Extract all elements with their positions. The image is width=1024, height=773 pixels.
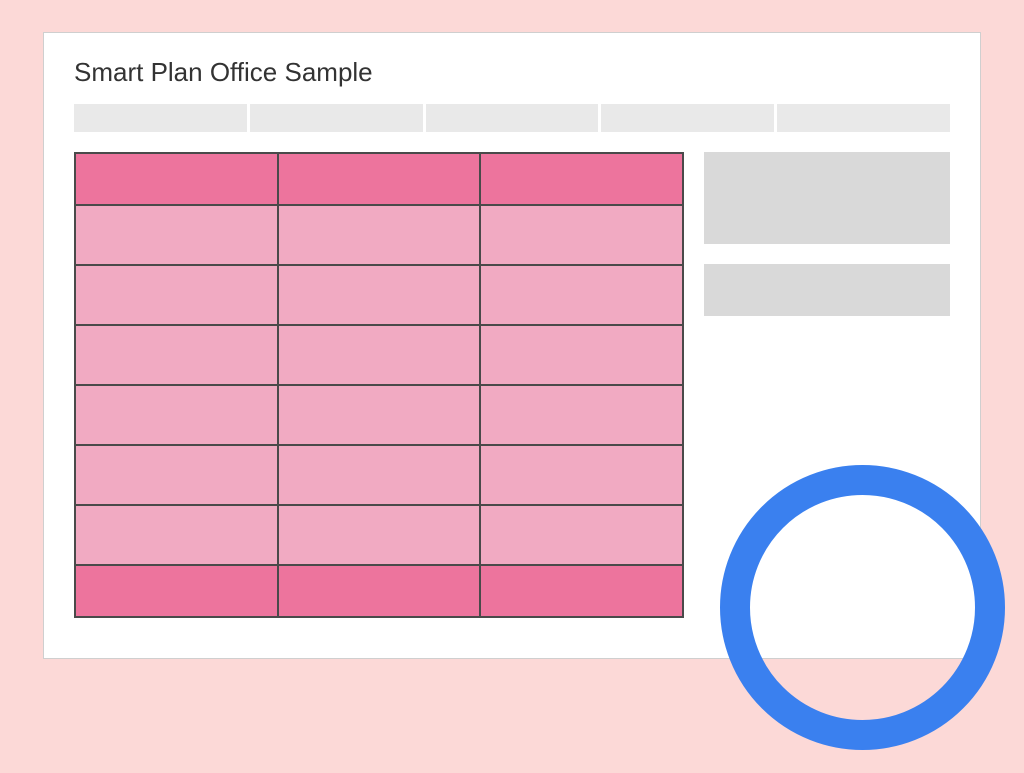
table-cell [75,325,278,385]
table-cell [278,325,481,385]
table-header-cell [480,153,683,205]
table-cell [75,505,278,565]
table-cell [480,265,683,325]
table-cell [480,505,683,565]
page-title: Smart Plan Office Sample [74,57,950,88]
table-row [75,505,683,565]
table-cell [278,385,481,445]
table-cell [278,505,481,565]
nav-tab[interactable] [426,104,599,132]
table-row [75,205,683,265]
nav-tab[interactable] [74,104,247,132]
sidebar-box [704,264,950,316]
table-cell [75,385,278,445]
table-row [75,385,683,445]
nav-tab[interactable] [777,104,950,132]
table-cell [278,265,481,325]
nav-tab[interactable] [601,104,774,132]
table-cell [75,445,278,505]
table-cell [278,445,481,505]
table-cell [480,205,683,265]
nav-tabs-row [74,104,950,132]
table-cell [480,385,683,445]
table-footer-row [75,565,683,617]
table-header-row [75,153,683,205]
table-cell [278,205,481,265]
table-footer-cell [480,565,683,617]
table-row [75,265,683,325]
table-header-cell [278,153,481,205]
data-table [74,152,684,618]
table-footer-cell [278,565,481,617]
circle-annotation-icon [720,465,1005,750]
sidebar-box [704,152,950,244]
table-row [75,445,683,505]
table-cell [480,445,683,505]
table-cell [75,265,278,325]
table-row [75,325,683,385]
nav-tab[interactable] [250,104,423,132]
table-footer-cell [75,565,278,617]
table-cell [75,205,278,265]
table-cell [480,325,683,385]
table-header-cell [75,153,278,205]
